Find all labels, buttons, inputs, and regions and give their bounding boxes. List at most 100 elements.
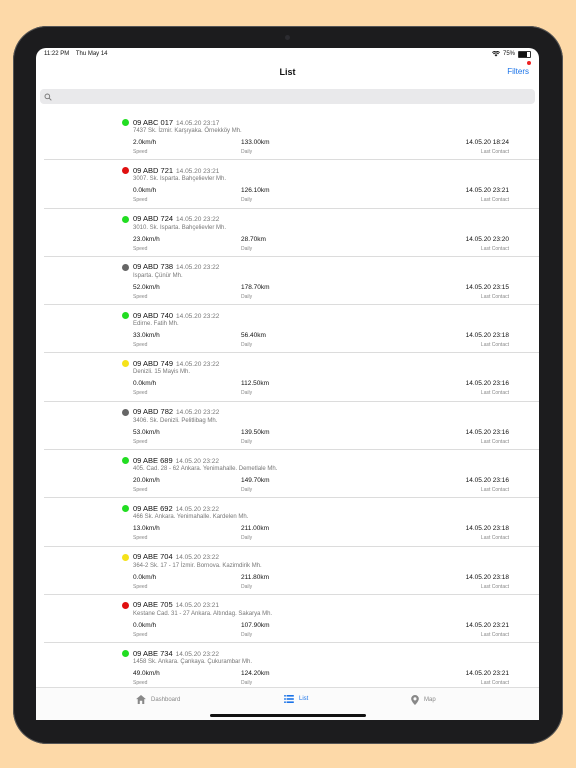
last-contact-value: 14.05.20 23:21 bbox=[465, 670, 509, 678]
daily-value: 139.50km bbox=[241, 428, 270, 436]
vehicle-row[interactable]: 09 ABE 734 14.05.20 23:22 1458 Sk. Ankara… bbox=[44, 643, 539, 688]
speed-value: 0.0km/h bbox=[133, 621, 157, 629]
last-contact-value: 14.05.20 23:18 bbox=[465, 525, 509, 533]
vehicle-row[interactable]: 09 ABC 017 14.05.20 23:17 7437 Sk. İzmir.… bbox=[44, 112, 539, 161]
last-contact-label: Last Contact bbox=[480, 197, 509, 204]
vehicle-row[interactable]: 09 ABE 689 14.05.20 23:22 405. Cad. 28 - … bbox=[44, 450, 539, 499]
status-dot-icon bbox=[122, 360, 129, 368]
status-dot-icon bbox=[122, 505, 129, 513]
status-dot-icon bbox=[122, 167, 129, 175]
vehicle-plate: 09 ABE 705 bbox=[133, 600, 173, 610]
filters-badge bbox=[527, 61, 531, 65]
vehicle-plate-line: 09 ABD 738 14.05.20 23:22 bbox=[133, 262, 219, 271]
vehicle-timestamp: 14.05.20 23:21 bbox=[176, 167, 220, 175]
daily-label: Daily bbox=[241, 390, 253, 397]
vehicle-address: 364-2 Sk. 17 - 17 İzmir. Bornova. Kazimd… bbox=[133, 562, 262, 569]
last-contact-value: 14.05.20 23:18 bbox=[465, 332, 509, 340]
speed-label: Speed bbox=[133, 390, 148, 397]
vehicle-row[interactable]: 09 ABE 705 14.05.20 23:21 Kestane Cad. 31… bbox=[44, 595, 539, 644]
last-contact-label: Last Contact bbox=[480, 631, 509, 638]
filters-button[interactable]: Filters bbox=[507, 67, 529, 76]
search-bar[interactable] bbox=[40, 89, 535, 104]
last-contact-label: Last Contact bbox=[480, 487, 509, 494]
vehicle-plate: 09 ABE 692 bbox=[133, 503, 173, 513]
speed-value: 20.0km/h bbox=[133, 477, 160, 485]
daily-label: Daily bbox=[241, 342, 253, 349]
daily-value: 149.70km bbox=[241, 477, 270, 485]
vehicle-row[interactable]: 09 ABD 782 14.05.20 23:22 3406. Sk. Deniz… bbox=[44, 402, 539, 451]
vehicle-address: 405. Cad. 28 - 62 Ankara. Yenimahalle. D… bbox=[133, 466, 278, 473]
search-icon bbox=[44, 93, 52, 101]
last-contact-label: Last Contact bbox=[480, 245, 509, 252]
daily-label: Daily bbox=[241, 197, 253, 204]
vehicle-timestamp: 14.05.20 23:22 bbox=[175, 554, 219, 562]
vehicle-plate-line: 09 ABD 724 14.05.20 23:22 bbox=[133, 214, 219, 223]
status-dot-icon bbox=[122, 263, 129, 271]
vehicle-row[interactable]: 09 ABD 724 14.05.20 23:22 3010. Sk. Ispar… bbox=[44, 209, 539, 257]
last-contact-label: Last Contact bbox=[480, 583, 509, 590]
tab-map[interactable]: Map bbox=[411, 695, 436, 705]
speed-label: Speed bbox=[133, 583, 148, 590]
vehicle-plate: 09 ABD 724 bbox=[133, 214, 174, 224]
daily-label: Daily bbox=[241, 438, 253, 445]
vehicle-plate: 09 ABD 740 bbox=[133, 310, 174, 320]
vehicle-timestamp: 14.05.20 23:22 bbox=[176, 312, 220, 320]
vehicle-plate: 09 ABD 721 bbox=[133, 165, 174, 175]
vehicle-plate-line: 09 ABC 017 14.05.20 23:17 bbox=[133, 118, 219, 127]
vehicle-timestamp: 14.05.20 23:22 bbox=[176, 360, 220, 368]
vehicle-timestamp: 14.05.20 23:22 bbox=[175, 650, 219, 658]
daily-label: Daily bbox=[241, 631, 253, 638]
daily-value: 211.80km bbox=[241, 573, 270, 581]
vehicle-address: 1458 Sk. Ankara. Çankaya. Çukurambar Mh. bbox=[133, 659, 253, 666]
last-contact-label: Last Contact bbox=[480, 342, 509, 349]
vehicle-row[interactable]: 09 ABD 740 14.05.20 23:22 Edirne. Fatih M… bbox=[44, 305, 539, 354]
map-pin-icon bbox=[411, 695, 419, 705]
vehicle-plate-line: 09 ABE 689 14.05.20 23:22 bbox=[133, 456, 219, 465]
daily-value: 126.10km bbox=[241, 187, 270, 195]
speed-label: Speed bbox=[133, 631, 148, 638]
daily-value: 28.70km bbox=[241, 235, 266, 243]
list-icon bbox=[284, 695, 294, 703]
front-camera bbox=[285, 35, 290, 40]
daily-value: 107.90km bbox=[241, 621, 270, 629]
status-dot-icon bbox=[122, 408, 129, 416]
vehicle-plate: 09 ABD 738 bbox=[133, 262, 174, 272]
daily-label: Daily bbox=[241, 680, 253, 687]
last-contact-label: Last Contact bbox=[480, 438, 509, 445]
vehicle-plate: 09 ABE 734 bbox=[133, 648, 173, 658]
tab-dashboard[interactable]: Dashboard bbox=[136, 695, 180, 704]
daily-label: Daily bbox=[241, 293, 253, 300]
status-dot-icon bbox=[122, 553, 129, 561]
vehicle-plate: 09 ABC 017 bbox=[133, 117, 174, 127]
status-dot-icon bbox=[122, 650, 129, 658]
speed-value: 53.0km/h bbox=[133, 428, 160, 436]
vehicle-row[interactable]: 09 ABD 738 14.05.20 23:22 Isparta. Çünür … bbox=[44, 257, 539, 306]
vehicle-row[interactable]: 09 ABD 749 14.05.20 23:22 Denizli. 15 May… bbox=[44, 353, 539, 402]
wifi-icon bbox=[491, 51, 500, 57]
battery-fill bbox=[519, 51, 528, 57]
status-dot-icon bbox=[122, 457, 129, 465]
speed-value: 33.0km/h bbox=[133, 332, 160, 340]
speed-value: 52.0km/h bbox=[133, 283, 160, 291]
vehicle-list[interactable]: 09 ABC 017 14.05.20 23:17 7437 Sk. İzmir.… bbox=[36, 112, 539, 688]
navigation-bar: List Filters bbox=[36, 60, 539, 84]
daily-label: Daily bbox=[241, 487, 253, 494]
vehicle-plate-line: 09 ABD 782 14.05.20 23:22 bbox=[133, 407, 219, 416]
status-dot-icon bbox=[122, 119, 129, 126]
daily-value: 56.40km bbox=[241, 332, 266, 340]
search-input[interactable] bbox=[52, 92, 498, 101]
vehicle-plate-line: 09 ABE 692 14.05.20 23:22 bbox=[133, 504, 219, 513]
vehicle-plate: 09 ABD 782 bbox=[133, 407, 174, 417]
vehicle-row[interactable]: 09 ABE 692 14.05.20 23:22 466 Sk. Ankara.… bbox=[44, 498, 539, 547]
vehicle-row[interactable]: 09 ABE 704 14.05.20 23:22 364-2 Sk. 17 - … bbox=[44, 547, 539, 595]
vehicle-address: 3007. Sk. Isparta. Bahçelievler Mh. bbox=[133, 176, 227, 183]
tab-bar: Dashboard List Map bbox=[36, 687, 539, 720]
vehicle-plate-line: 09 ABD 749 14.05.20 23:22 bbox=[133, 359, 219, 368]
vehicle-row[interactable]: 09 ABD 721 14.05.20 23:21 3007. Sk. Ispar… bbox=[44, 160, 539, 209]
last-contact-value: 14.05.20 23:21 bbox=[465, 621, 509, 629]
vehicle-address: 466 Sk. Ankara. Yenimahalle. Kardelen Mh… bbox=[133, 514, 249, 521]
vehicle-address: Isparta. Çünür Mh. bbox=[133, 272, 183, 279]
tab-list[interactable]: List bbox=[284, 695, 308, 703]
last-contact-label: Last Contact bbox=[480, 535, 509, 542]
vehicle-address: Denizli. 15 Mayis Mh. bbox=[133, 369, 191, 376]
